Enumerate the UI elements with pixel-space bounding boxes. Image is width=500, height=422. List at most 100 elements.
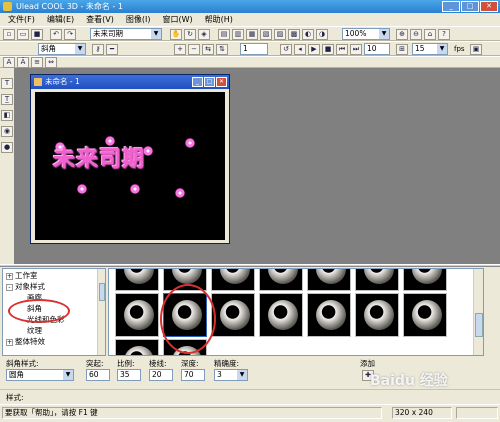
document-title-bar[interactable]: 未命名 - 1 _ □ ✕ (31, 75, 229, 89)
play-icon[interactable]: ▶ (308, 44, 320, 55)
text-input[interactable]: 未来司期 ▼ (90, 28, 162, 40)
tree-item-texture[interactable]: 纹理 (27, 326, 42, 336)
flip-icon[interactable]: ⇅ (216, 44, 228, 55)
text-bold-icon[interactable]: A (3, 57, 15, 68)
doc-minimize-button[interactable]: _ (192, 77, 203, 87)
bevel-thumbnail[interactable] (115, 269, 159, 291)
size-icon[interactable]: ◈ (198, 29, 210, 40)
splitter[interactable] (0, 264, 500, 267)
frame-input[interactable]: 1 (240, 43, 268, 55)
gallery-scroll-thumb[interactable] (475, 313, 483, 337)
menu-view[interactable]: 查看(V) (80, 13, 120, 26)
scale-input[interactable]: 35 (117, 369, 141, 381)
rewind-icon[interactable]: ⏮ (336, 44, 348, 55)
bevel-thumbnail[interactable] (355, 293, 399, 337)
zoom-select[interactable]: 100% ▼ (342, 28, 390, 40)
menu-window[interactable]: 窗口(W) (156, 13, 198, 26)
standard-toolbar: ▫ ▭ ■ ↶ ↷ 未来司期 ▼ ✋ ↻ ◈ ▤ ▥ ▦ ▧ ▨ ▩ ◐ ◑ 10… (0, 26, 500, 41)
stop-icon[interactable]: ■ (322, 44, 334, 55)
tool-icon-7[interactable]: ◐ (302, 29, 314, 40)
document-title: 未命名 - 1 (45, 77, 80, 86)
style-label: 样式: (6, 393, 24, 402)
tool-icon-8[interactable]: ◑ (316, 29, 328, 40)
tool-icon-3[interactable]: ▦ (246, 29, 258, 40)
text-edit-icon[interactable]: Ā (17, 57, 29, 68)
bevel-thumbnail[interactable] (211, 293, 255, 337)
add-label: 添加 (360, 359, 375, 368)
bevel-thumbnail[interactable] (307, 293, 351, 337)
doc-close-button[interactable]: ✕ (216, 77, 227, 87)
bevel-thumbnail[interactable] (259, 269, 303, 291)
undo-icon[interactable]: ↶ (50, 29, 62, 40)
depth-input[interactable]: 70 (181, 369, 205, 381)
precision-select[interactable]: 3 ▼ (214, 369, 248, 381)
help-icon[interactable]: ? (438, 29, 450, 40)
tool-icon-5[interactable]: ▨ (274, 29, 286, 40)
menu-file[interactable]: 文件(F) (2, 13, 41, 26)
prev-frame-icon[interactable]: ◂ (294, 44, 306, 55)
tree-scrollbar[interactable] (97, 269, 105, 355)
bevel-thumbnail[interactable] (115, 339, 159, 355)
edge-input[interactable]: 20 (149, 369, 173, 381)
tree-scroll-thumb[interactable] (99, 283, 105, 301)
insert-shape-icon[interactable]: ◧ (1, 110, 13, 121)
zoom-in-icon[interactable]: ⊕ (396, 29, 408, 40)
forward-icon[interactable]: ⏭ (350, 44, 362, 55)
document-window[interactable]: 未命名 - 1 _ □ ✕ 未来司期 (30, 74, 230, 244)
menu-image[interactable]: 图像(I) (120, 13, 157, 26)
protrude-input[interactable]: 60 (86, 369, 110, 381)
gallery-scrollbar[interactable] (473, 269, 483, 355)
tool-icon-6[interactable]: ▩ (288, 29, 300, 40)
menu-edit[interactable]: 编辑(E) (41, 13, 80, 26)
fps-select[interactable]: 15 ▼ (412, 43, 448, 55)
tool-icon-1[interactable]: ▤ (218, 29, 230, 40)
timeline-icon[interactable]: ⊞ (396, 44, 408, 55)
reverse-icon[interactable]: ⇆ (202, 44, 214, 55)
add-key-icon[interactable]: + (174, 44, 186, 55)
doc-maximize-button[interactable]: □ (204, 77, 215, 87)
window-title: Ulead COOL 3D - 未命名 - 1 (16, 2, 123, 11)
close-button[interactable]: ✕ (480, 1, 498, 12)
export-icon[interactable]: ▣ (470, 44, 482, 55)
insert-text-icon[interactable]: T (1, 78, 13, 89)
remove-key-icon[interactable]: − (188, 44, 200, 55)
tool-icon-2[interactable]: ▥ (232, 29, 244, 40)
precision-label: 精确度: (214, 359, 240, 368)
sphere-icon[interactable]: ● (1, 142, 13, 153)
bevel-thumbnail[interactable] (355, 269, 399, 291)
bevel-thumbnail[interactable] (259, 293, 303, 337)
bevel-style-select[interactable]: 圆角 ▼ (6, 369, 74, 381)
new-file-icon[interactable]: ▫ (3, 29, 15, 40)
pan-icon[interactable]: ✋ (170, 29, 182, 40)
minimize-button[interactable]: _ (442, 1, 460, 12)
tool-icon-4[interactable]: ▧ (260, 29, 272, 40)
bevel-thumbnail[interactable] (403, 293, 447, 337)
text-spacing-icon[interactable]: ≡ (31, 57, 43, 68)
slider-icon[interactable]: ━ (106, 44, 118, 55)
bevel-thumbnail[interactable] (403, 269, 447, 291)
edit-text-icon[interactable]: T̲ (1, 94, 13, 105)
save-icon[interactable]: ■ (31, 29, 43, 40)
loop-icon[interactable]: ↺ (280, 44, 292, 55)
key-icon[interactable]: ⚷ (92, 44, 104, 55)
flower-decoration (175, 188, 185, 198)
bevel-thumbnail[interactable] (211, 269, 255, 291)
tree-item-object-style[interactable]: - 对象样式 (6, 282, 45, 292)
menu-help[interactable]: 帮助(H) (199, 13, 239, 26)
rate-input[interactable]: 10 (364, 43, 390, 55)
geometry-icon[interactable]: ◉ (1, 126, 13, 137)
maximize-button[interactable]: □ (461, 1, 479, 12)
rotate-icon[interactable]: ↻ (184, 29, 196, 40)
zoom-out-icon[interactable]: ⊖ (410, 29, 422, 40)
text-toolbar: A Ā ≡ ⇔ (0, 56, 500, 68)
text-align-icon[interactable]: ⇔ (45, 57, 57, 68)
bevel-thumbnail[interactable] (307, 269, 351, 291)
tree-item-global-effects[interactable]: + 整体特效 (6, 337, 45, 347)
fit-icon[interactable]: ⌂ (424, 29, 436, 40)
3d-art-text[interactable]: 未来司期 (53, 141, 145, 173)
tree-item-studio[interactable]: + 工作室 (6, 271, 38, 281)
redo-icon[interactable]: ↷ (64, 29, 76, 40)
open-file-icon[interactable]: ▭ (17, 29, 29, 40)
effect-select[interactable]: 斜角 ▼ (38, 43, 86, 55)
bevel-thumbnail[interactable] (115, 293, 159, 337)
